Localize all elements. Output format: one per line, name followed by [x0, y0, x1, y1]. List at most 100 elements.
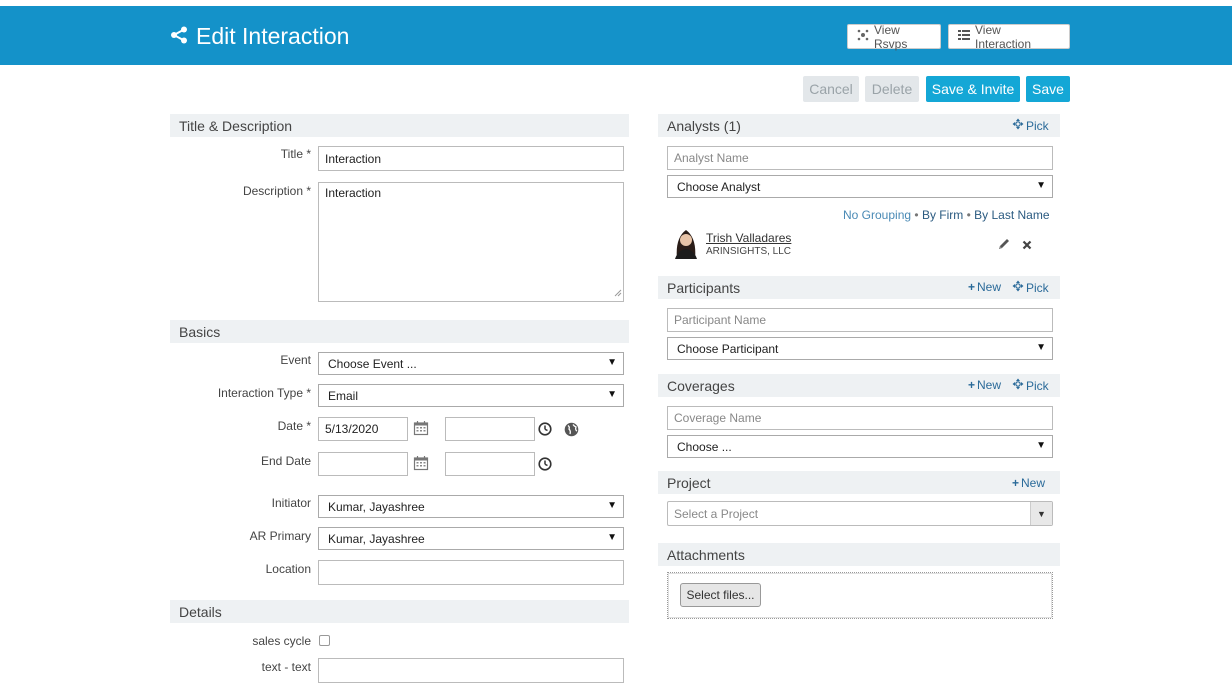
avatar: [672, 228, 700, 259]
caret-down-icon: ▼: [1036, 342, 1046, 353]
share-icon: [170, 23, 188, 50]
crosshair-icon: [1012, 118, 1024, 133]
cancel-button[interactable]: Cancel: [803, 76, 859, 102]
event-select[interactable]: Choose Event ... ▼: [318, 352, 624, 375]
choose-participant-select[interactable]: Choose Participant ▼: [667, 337, 1053, 360]
attachments-section: Attachments: [658, 543, 1060, 566]
analysts-section: Analysts (1): [658, 114, 1060, 137]
participant-name-input[interactable]: Participant Name: [667, 308, 1053, 332]
coverages-pick-link[interactable]: Pick: [1012, 378, 1049, 393]
ar-primary-select[interactable]: Kumar, Jayashree ▼: [318, 527, 624, 550]
project-new-label: New: [1021, 476, 1046, 490]
interaction-type-select[interactable]: Email ▼: [318, 384, 624, 407]
participants-new-link[interactable]: + New: [968, 280, 1001, 294]
choose-analyst-value: Choose Analyst: [677, 179, 761, 194]
caret-down-icon: ▼: [607, 357, 617, 368]
plus-icon: +: [968, 378, 976, 392]
view-interaction-button[interactable]: View Interaction: [948, 22, 1070, 51]
crosshair-icon: [1012, 280, 1024, 295]
select-files-button[interactable]: Select files...: [680, 583, 761, 607]
page-title-text: Edit Interaction: [196, 23, 350, 49]
caret-down-icon: ▼: [1036, 180, 1046, 191]
page-header: Edit Interaction View Rsvps View Interac…: [0, 6, 1232, 65]
date-label: Date *: [277, 419, 311, 433]
crosshair-icon: [1012, 378, 1024, 393]
calendar-icon[interactable]: [413, 455, 429, 476]
title-input[interactable]: Interaction: [318, 146, 624, 171]
analyst-name-input[interactable]: Analyst Name: [667, 146, 1053, 170]
ar-primary-value: Kumar, Jayashree: [328, 531, 425, 546]
globe-icon[interactable]: [564, 422, 579, 442]
pencil-icon[interactable]: [997, 237, 1011, 256]
description-textarea[interactable]: Interaction: [318, 182, 624, 302]
text-input[interactable]: [318, 658, 624, 683]
analysts-pick-label: Pick: [1026, 118, 1049, 133]
end-date-label: End Date: [260, 454, 311, 468]
coverage-name-input[interactable]: Coverage Name: [667, 406, 1053, 430]
time-input[interactable]: [445, 417, 535, 441]
analyst-firm: ARINSIGHTS, LLC: [706, 246, 792, 257]
calendar-icon[interactable]: [413, 420, 429, 441]
view-interaction-label: View Interaction: [975, 22, 1032, 51]
description-label: Description *: [242, 184, 311, 198]
grouping-separator: •: [966, 208, 971, 222]
participants-pick-link[interactable]: Pick: [1012, 280, 1049, 295]
project-select[interactable]: Select a Project ▼: [667, 501, 1053, 526]
description-text: Interaction: [325, 186, 382, 200]
analyst-name-link[interactable]: Trish Valladares: [706, 231, 791, 245]
grouping-separator: •: [914, 208, 919, 222]
event-select-value: Choose Event ...: [328, 356, 417, 371]
location-label: Location: [265, 562, 311, 576]
save-button[interactable]: Save: [1026, 76, 1070, 102]
event-label: Event: [280, 353, 311, 367]
clock-icon[interactable]: [538, 457, 552, 476]
sales-cycle-label: sales cycle: [252, 634, 311, 648]
initiator-label: Initiator: [271, 496, 311, 510]
choose-coverage-select[interactable]: Choose ... ▼: [667, 435, 1053, 458]
details-section: Details: [170, 600, 629, 623]
plus-icon: +: [968, 280, 976, 294]
view-rsvps-label: View Rsvps: [874, 22, 908, 51]
project-section-title: Project: [667, 474, 711, 491]
text-label: text - text: [261, 660, 311, 674]
delete-button[interactable]: Delete: [865, 76, 919, 102]
participants-pick-label: Pick: [1026, 280, 1049, 295]
caret-down-icon: ▼: [1030, 502, 1052, 525]
by-last-name-link[interactable]: By Last Name: [974, 208, 1049, 222]
caret-down-icon: ▼: [607, 532, 617, 543]
grouping-links: No Grouping • By Firm • By Last Name: [843, 208, 1050, 222]
participants-section-title: Participants: [667, 279, 741, 296]
coverages-new-label: New: [977, 378, 1002, 392]
clock-icon[interactable]: [538, 422, 552, 441]
analysts-pick-link[interactable]: Pick: [1012, 118, 1049, 133]
date-input[interactable]: 5/13/2020: [318, 417, 408, 441]
view-rsvps-button[interactable]: View Rsvps: [847, 22, 941, 51]
resize-handle-icon[interactable]: [613, 286, 622, 300]
title-description-section: Title & Description: [170, 114, 629, 137]
coverages-pick-label: Pick: [1026, 378, 1049, 393]
coverages-new-link[interactable]: + New: [968, 378, 1001, 392]
list-icon: [958, 29, 970, 44]
coverages-section-title: Coverages: [667, 377, 735, 394]
location-input[interactable]: [318, 560, 624, 585]
initiator-select[interactable]: Kumar, Jayashree ▼: [318, 495, 624, 518]
by-firm-link[interactable]: By Firm: [922, 208, 963, 222]
remove-icon[interactable]: [1021, 238, 1033, 256]
save-invite-button[interactable]: Save & Invite: [926, 76, 1020, 102]
end-date-input[interactable]: [318, 452, 408, 476]
caret-down-icon: ▼: [607, 389, 617, 400]
choose-analyst-select[interactable]: Choose Analyst ▼: [667, 175, 1053, 198]
plus-icon: +: [1012, 476, 1020, 490]
no-grouping-link[interactable]: No Grouping: [843, 208, 911, 222]
interaction-type-value: Email: [328, 388, 359, 403]
choose-participant-value: Choose Participant: [677, 341, 779, 356]
end-time-input[interactable]: [445, 452, 535, 476]
basics-section: Basics: [170, 320, 629, 343]
caret-down-icon: ▼: [607, 500, 617, 511]
interaction-type-label: Interaction Type *: [217, 386, 311, 400]
ar-primary-label: AR Primary: [249, 529, 311, 543]
participants-new-label: New: [977, 280, 1002, 294]
project-new-link[interactable]: + New: [1012, 476, 1045, 490]
project-select-placeholder: Select a Project: [674, 506, 759, 521]
sales-cycle-checkbox[interactable]: [319, 635, 330, 646]
